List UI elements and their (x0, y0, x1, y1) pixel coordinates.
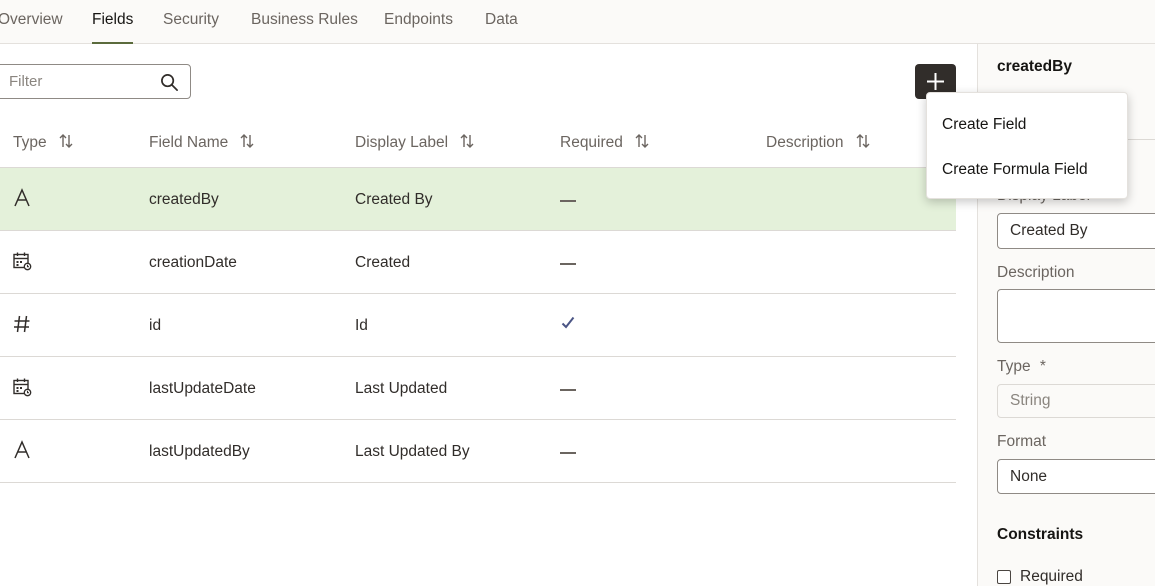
tab-fields[interactable]: Fields (92, 0, 134, 44)
panel-title: createdBy (997, 58, 1072, 75)
field-name-cell: lastUpdateDate (149, 380, 256, 397)
sort-icon (59, 133, 73, 148)
tab-overview[interactable]: Overview (0, 0, 63, 44)
type-field: String (997, 384, 1155, 418)
not-required-dash (560, 263, 576, 265)
sort-icon (635, 133, 649, 148)
filter-box (0, 64, 191, 99)
tab-security[interactable]: Security (163, 0, 219, 44)
text-type-icon (14, 188, 30, 207)
column-label: Display Label (355, 134, 449, 151)
display-label-cell: Last Updated (355, 380, 448, 397)
menu-item-create-formula-field[interactable]: Create Formula Field (927, 148, 1129, 192)
field-name-cell: id (149, 317, 162, 334)
type-label: Type * (997, 358, 1046, 376)
date-type-icon (13, 252, 32, 271)
format-label: Format (997, 433, 1047, 450)
required-checkbox[interactable] (997, 570, 1011, 584)
display-label-cell: Id (355, 317, 368, 334)
field-name-cell: creationDate (149, 254, 237, 271)
display-label-cell: Last Updated By (355, 443, 470, 460)
type-label-text: Type (997, 358, 1031, 375)
column-header-type[interactable]: Type (13, 124, 73, 168)
display-label-cell: Created By (355, 191, 433, 208)
display-label-field[interactable]: Created By (997, 213, 1155, 249)
text-type-icon (14, 440, 30, 459)
constraints-heading: Constraints (997, 526, 1084, 543)
sort-icon (460, 133, 474, 148)
menu-item-create-field[interactable]: Create Field (927, 103, 1129, 147)
format-select[interactable]: None (997, 459, 1155, 494)
column-header-display-label[interactable]: Display Label (355, 124, 474, 168)
table-row[interactable]: lastUpdateDate Last Updated (0, 357, 956, 420)
sort-icon (240, 133, 254, 148)
field-name-cell: lastUpdatedBy (149, 443, 250, 460)
not-required-dash (560, 452, 576, 454)
column-label: Type (13, 134, 47, 151)
fields-main-area: Type Field Name Display Label Required D… (0, 44, 977, 586)
column-header-required[interactable]: Required (560, 124, 649, 168)
column-header-description[interactable]: Description (766, 124, 870, 168)
display-label-cell: Created (355, 254, 411, 271)
not-required-dash (560, 200, 576, 202)
required-asterisk: * (1039, 358, 1046, 375)
add-field-menu: Create Field Create Formula Field (926, 92, 1128, 199)
number-type-icon (14, 315, 30, 333)
field-name-cell: createdBy (149, 191, 219, 208)
date-type-icon (13, 378, 32, 397)
column-label: Field Name (149, 134, 229, 151)
search-icon[interactable] (160, 73, 179, 92)
description-label: Description (997, 264, 1075, 281)
column-header-field-name[interactable]: Field Name (149, 124, 254, 168)
table-header: Type Field Name Display Label Required D… (0, 124, 956, 168)
description-field[interactable] (997, 289, 1155, 343)
sort-icon (856, 133, 870, 148)
column-label: Required (560, 134, 623, 151)
tab-business-rules[interactable]: Business Rules (251, 0, 358, 44)
table-row[interactable]: id Id (0, 294, 956, 357)
table-row[interactable]: createdBy Created By (0, 168, 956, 231)
table-row[interactable]: lastUpdatedBy Last Updated By (0, 420, 956, 483)
not-required-dash (560, 389, 576, 391)
filter-input[interactable] (9, 65, 149, 98)
column-label: Description (766, 134, 844, 151)
tab-bar: Overview Fields Security Business Rules … (0, 0, 1155, 44)
required-checkbox-label: Required (1020, 568, 1083, 585)
tab-endpoints[interactable]: Endpoints (384, 0, 453, 44)
plus-icon (927, 73, 944, 90)
required-check-icon (561, 316, 575, 329)
table-row[interactable]: creationDate Created (0, 231, 956, 294)
tab-data[interactable]: Data (485, 0, 518, 44)
